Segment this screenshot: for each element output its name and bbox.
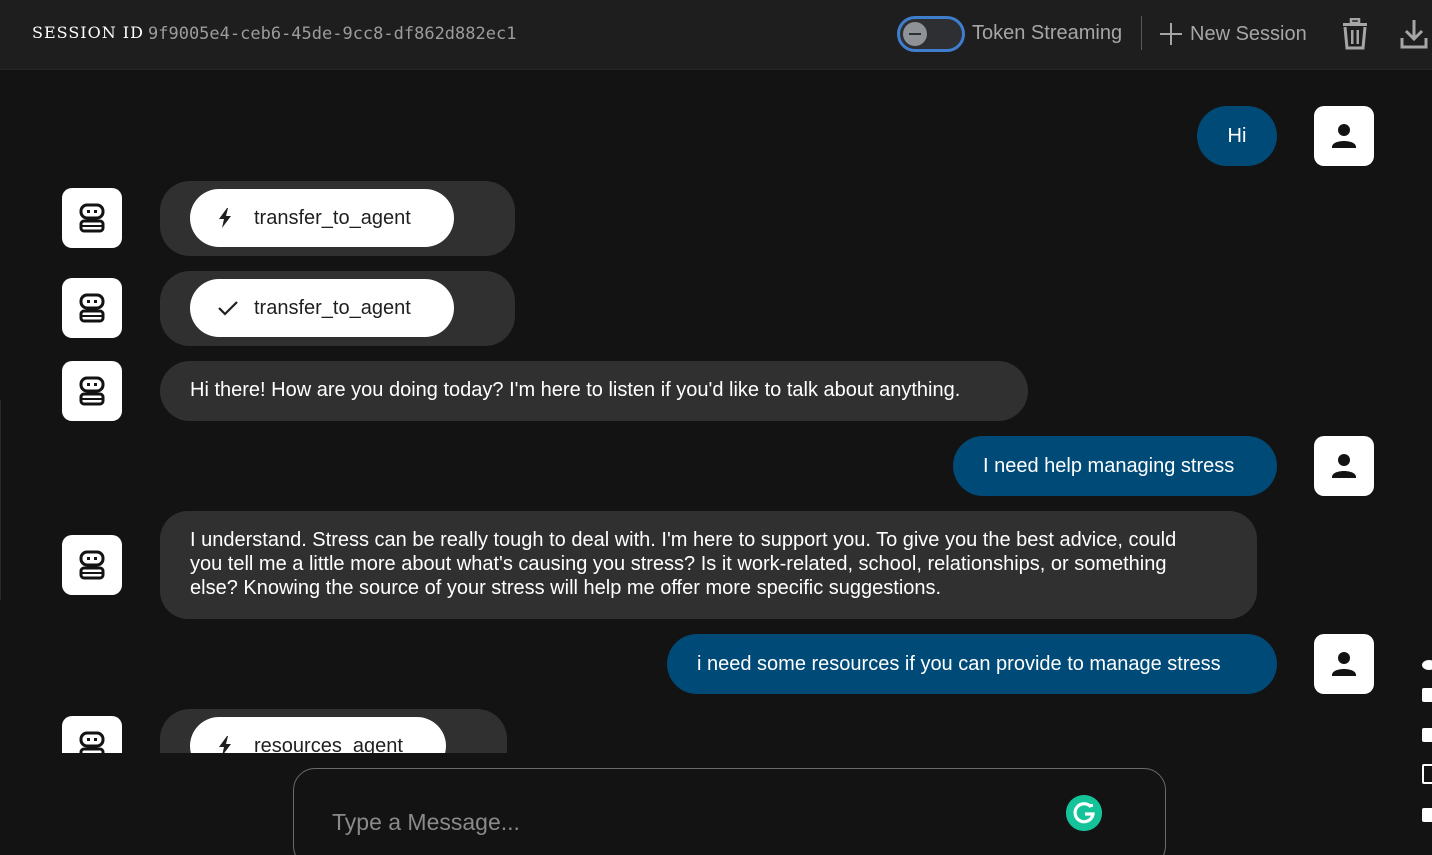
bot-message: I understand. Stress can be really tough… (160, 511, 1257, 619)
function-response-bubble: transfer_to_agent (160, 271, 515, 346)
copy-icon[interactable] (1422, 764, 1432, 784)
robot-icon (79, 203, 105, 233)
bot-avatar (62, 188, 122, 248)
tool-icon[interactable] (1422, 688, 1432, 702)
function-chip[interactable]: transfer_to_agent (190, 279, 454, 337)
side-toolbar (1418, 652, 1432, 832)
bolt-icon (218, 208, 234, 228)
extension-icon[interactable] (1422, 808, 1432, 822)
bot-message-line: you tell me a little more about what's c… (190, 553, 1167, 575)
link-icon[interactable] (1422, 660, 1432, 670)
user-message: Hi (1197, 106, 1277, 166)
function-chip[interactable]: resources_agent (190, 717, 446, 753)
toolbar-divider (1141, 16, 1142, 50)
user-message: I need help managing stress (953, 436, 1277, 496)
new-session-label: New Session (1190, 22, 1307, 45)
check-icon (218, 298, 238, 318)
robot-icon (79, 550, 105, 580)
robot-icon (79, 376, 105, 406)
user-avatar (1314, 436, 1374, 496)
function-call-bubble: transfer_to_agent (160, 181, 515, 256)
toggle-knob (903, 22, 927, 46)
grammarly-icon[interactable] (1066, 795, 1102, 831)
person-icon (1332, 454, 1356, 478)
token-streaming-label: Token Streaming (972, 22, 1123, 44)
bot-message: Hi there! How are you doing today? I'm h… (160, 361, 1028, 421)
trash-icon[interactable] (1340, 18, 1370, 50)
token-streaming-toggle[interactable] (897, 16, 965, 52)
session-id-label: SESSION ID (32, 23, 144, 42)
user-avatar (1314, 106, 1374, 166)
bot-avatar (62, 361, 122, 421)
new-session-button[interactable]: New Session (1158, 20, 1307, 48)
bot-avatar (62, 535, 122, 595)
download-icon[interactable] (1398, 18, 1430, 50)
function-chip[interactable]: transfer_to_agent (190, 189, 454, 247)
tool-icon[interactable] (1422, 728, 1432, 742)
top-bar: SESSION ID 9f9005e4-ceb6-45de-9cc8-df862… (0, 0, 1432, 70)
robot-icon (79, 293, 105, 323)
function-name: transfer_to_agent (254, 296, 411, 319)
user-avatar (1314, 634, 1374, 694)
user-message: i need some resources if you can provide… (667, 634, 1277, 694)
plus-icon (1158, 21, 1184, 47)
bot-avatar (62, 716, 122, 753)
bot-message-line: else? Knowing the source of your stress … (190, 577, 942, 599)
chat-area[interactable]: Hi transfer_to_agent transfer_to_agent H… (0, 70, 1432, 753)
function-name: transfer_to_agent (254, 206, 411, 229)
bot-avatar (62, 278, 122, 338)
robot-icon (79, 731, 105, 753)
function-name: resources_agent (254, 734, 403, 754)
session-id-value: 9f9005e4-ceb6-45de-9cc8-df862d882ec1 (148, 24, 517, 44)
person-icon (1332, 652, 1356, 676)
bolt-icon (218, 736, 234, 753)
message-input[interactable] (332, 807, 1032, 837)
function-call-bubble: resources_agent (160, 709, 507, 753)
bot-message-line: I understand. Stress can be really tough… (190, 529, 1177, 551)
message-input-container (293, 768, 1166, 855)
person-icon (1332, 124, 1356, 148)
